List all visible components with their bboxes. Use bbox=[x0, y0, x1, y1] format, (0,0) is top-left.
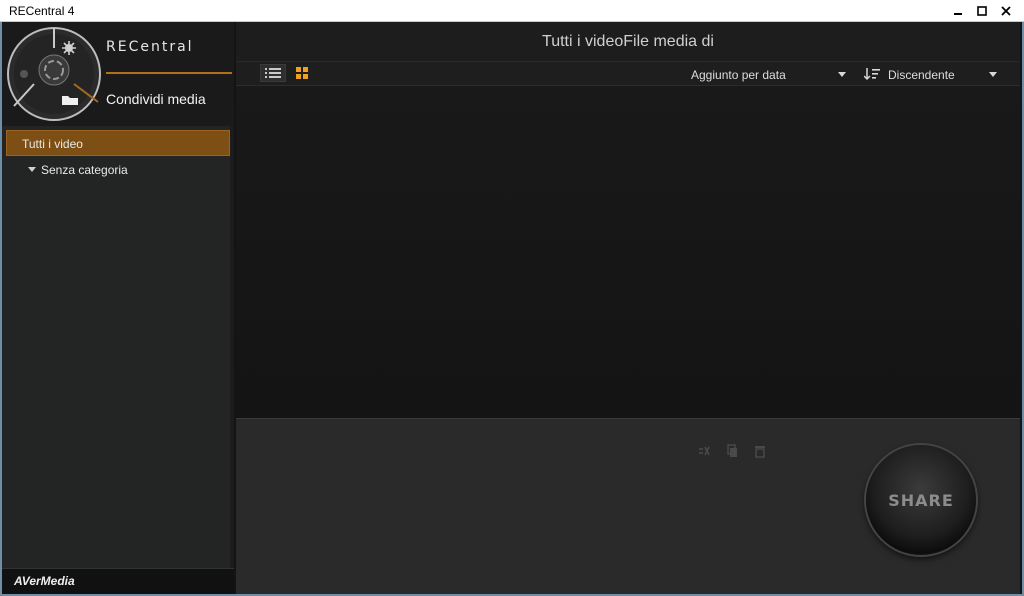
unlink-icon bbox=[699, 446, 710, 456]
page-title: Tutti i videoFile media di bbox=[542, 33, 714, 50]
main-header: Tutti i videoFile media di bbox=[236, 22, 1020, 62]
copy-icon bbox=[727, 444, 737, 457]
grid-view-button[interactable] bbox=[289, 64, 315, 82]
gear-icon bbox=[62, 41, 76, 55]
avermedia-logo: AVerMedia bbox=[14, 574, 75, 588]
minimize-button[interactable] bbox=[946, 0, 970, 22]
category-tree: Tutti i video Senza categoria bbox=[6, 130, 230, 183]
media-actions bbox=[696, 443, 768, 459]
mode-dial[interactable] bbox=[2, 22, 106, 126]
caret-down-icon[interactable] bbox=[28, 167, 36, 173]
trash-icon bbox=[755, 446, 765, 458]
sort-order-dropdown[interactable]: Discendente bbox=[861, 65, 1003, 83]
brand-logo: RECentral bbox=[106, 39, 194, 55]
mode-dial-area: RECentral Condividi media bbox=[2, 22, 234, 126]
view-toolbar: Aggiunto per data Discendente bbox=[236, 62, 1020, 86]
media-grid[interactable] bbox=[236, 86, 1020, 418]
share-button[interactable]: SHARE bbox=[866, 445, 976, 555]
title-bar: RECentral 4 bbox=[0, 0, 1024, 22]
tree-item-label: Tutti i video bbox=[22, 137, 83, 151]
chevron-down-icon bbox=[838, 72, 846, 77]
window-title: RECentral 4 bbox=[9, 4, 75, 18]
share-panel: SHARE bbox=[236, 418, 1020, 594]
window-controls bbox=[946, 0, 1018, 22]
maximize-button[interactable] bbox=[970, 0, 994, 22]
brand-underline bbox=[106, 72, 232, 74]
list-view-button[interactable] bbox=[260, 64, 286, 82]
delete-button[interactable] bbox=[752, 443, 768, 459]
tree-item-uncategorized[interactable]: Senza categoria bbox=[6, 157, 230, 183]
close-button[interactable] bbox=[994, 0, 1018, 22]
list-view-icon bbox=[265, 68, 281, 78]
sidebar-footer: AVerMedia bbox=[2, 568, 234, 594]
sort-order-value: Discendente bbox=[888, 68, 955, 82]
sort-field-dropdown[interactable]: Aggiunto per data bbox=[686, 65, 852, 83]
grid-view-icon bbox=[296, 67, 308, 79]
close-icon bbox=[1001, 6, 1011, 16]
copy-button[interactable] bbox=[724, 443, 740, 459]
tree-item-all-videos[interactable]: Tutti i video bbox=[6, 130, 230, 156]
sidebar: RECentral Condividi media Tutti i video … bbox=[2, 22, 234, 594]
maximize-icon bbox=[977, 6, 987, 16]
tree-item-label: Senza categoria bbox=[41, 163, 128, 177]
share-label: SHARE bbox=[888, 490, 954, 510]
sidebar-scrollbar[interactable] bbox=[230, 126, 234, 568]
sort-field-value: Aggiunto per data bbox=[691, 68, 786, 82]
chevron-down-icon bbox=[989, 72, 997, 77]
minimize-icon bbox=[954, 13, 962, 15]
unlink-button[interactable] bbox=[696, 443, 712, 459]
mode-label: Condividi media bbox=[106, 91, 206, 107]
main-panel: Tutti i videoFile media di Aggiunto per … bbox=[236, 22, 1020, 594]
sort-descending-icon bbox=[864, 68, 880, 81]
